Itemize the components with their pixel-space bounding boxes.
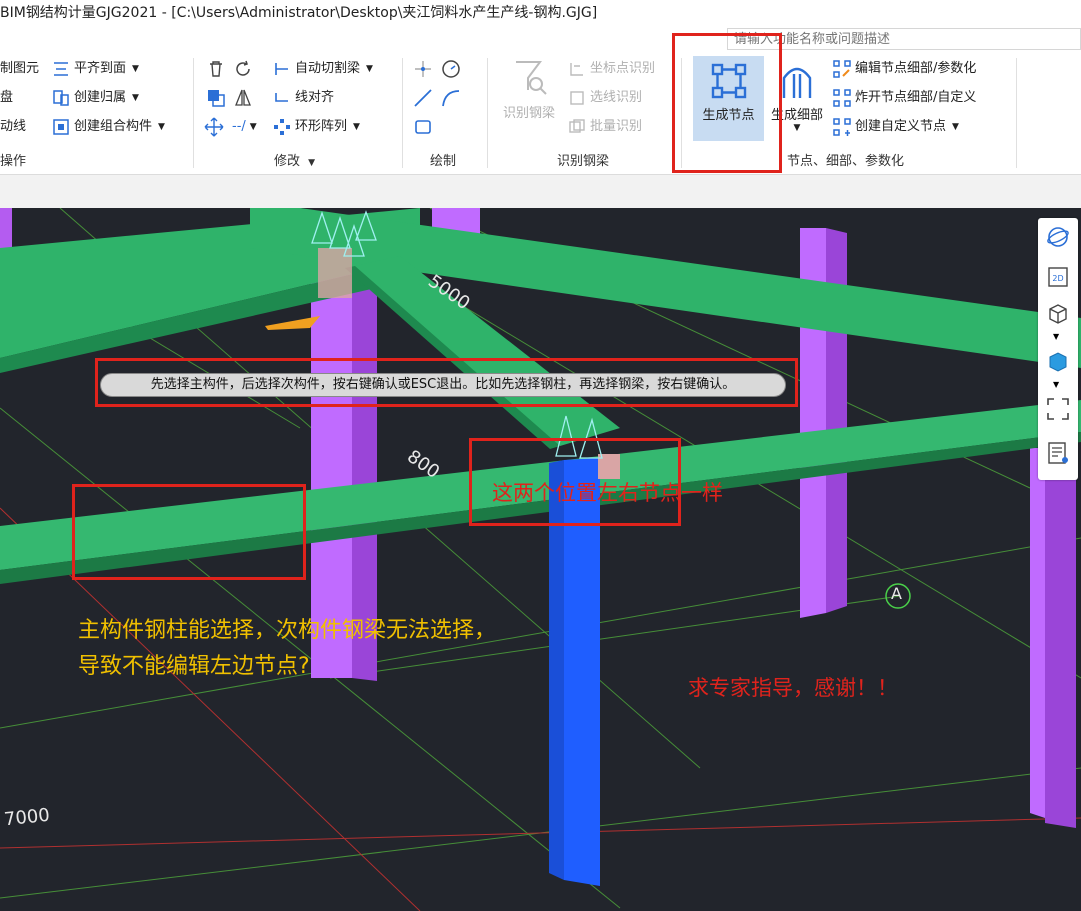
dropdown-arrow-icon: ▼ <box>308 158 316 168</box>
fit-view-icon[interactable] <box>1045 396 1071 422</box>
properties-icon[interactable] <box>1045 440 1071 466</box>
explode-node-icon <box>833 89 851 107</box>
move-icon[interactable] <box>203 116 225 138</box>
rotate-icon[interactable] <box>232 58 254 80</box>
straight-line-icon[interactable] <box>412 87 434 109</box>
window-title: BIM钢结构计量GJG2021 - [C:\Users\Administrato… <box>0 0 1081 28</box>
divider <box>1016 58 1017 168</box>
annotation-question-line1: 主构件钢柱能选择，次构件钢梁无法选择， <box>78 618 497 643</box>
divider <box>487 58 488 168</box>
dropdown-arrow-icon: ▼ <box>249 122 257 132</box>
annotation-same-nodes: 这两个位置左右节点一样 <box>492 481 723 505</box>
recognize-beam-button[interactable]: 识别钢梁 <box>496 56 562 136</box>
dropdown-arrow-icon: ▼ <box>158 122 165 132</box>
disk-button[interactable]: 盘 <box>0 87 13 109</box>
dropdown-arrow-icon: ▼ <box>366 64 373 74</box>
line-align-button[interactable]: 线对齐 <box>273 87 334 109</box>
annotation-plea: 求专家指导，感谢！！ <box>688 676 898 700</box>
create-custom-node-button[interactable]: 创建自定义节点 ▼ <box>833 116 959 138</box>
svg-text:2D: 2D <box>1052 274 1063 283</box>
explode-node-detail-button[interactable]: 炸开节点细部/自定义 <box>833 87 976 109</box>
delete-icon[interactable] <box>205 58 227 80</box>
dropdown-arrow-icon[interactable]: ▼ <box>1053 380 1059 389</box>
mirror-icon[interactable] <box>232 87 254 109</box>
generate-detail-icon <box>782 67 812 98</box>
axis-label: A <box>891 584 902 603</box>
coordinate-icon <box>570 63 583 76</box>
group-component-icon <box>53 119 69 135</box>
moving-line-button[interactable]: 动线 <box>0 116 26 138</box>
align-face-icon <box>54 62 68 76</box>
dropdown-arrow-icon[interactable]: ▼ <box>1053 332 1059 341</box>
create-owner-icon <box>53 90 69 106</box>
circle-draw-icon[interactable] <box>440 58 462 80</box>
2d-view-icon[interactable]: 2D <box>1045 264 1071 290</box>
group-label-draw: 绘制 <box>430 154 457 169</box>
3d-box-icon[interactable] <box>1045 300 1071 326</box>
extend-icon: --/ <box>232 119 246 134</box>
group-label-nodes: 节点、细部、参数化 <box>787 154 905 169</box>
edit-node-icon <box>833 60 851 78</box>
shaded-box-icon[interactable] <box>1045 348 1071 374</box>
group-label-modify[interactable]: 修改 ▼ <box>274 150 315 169</box>
highlight-left-beam <box>72 484 306 580</box>
group-label-recognize: 识别钢梁 <box>557 154 610 169</box>
line-align-icon <box>275 93 288 102</box>
circular-array-icon <box>274 119 290 135</box>
3d-viewport[interactable]: 5000 800 7000 A 先选择主构件，后选择次构件，按右键确认或ESC退… <box>0 208 1081 911</box>
circular-array-button[interactable]: 环形阵列 ▼ <box>273 116 360 138</box>
view-navigation-bar: 2D ▼ ▼ <box>1038 218 1078 480</box>
group-label-operate: 操作 <box>0 154 27 169</box>
highlight-tooltip <box>95 358 798 407</box>
dropdown-arrow-icon: ▼ <box>132 64 139 74</box>
draw-element-button[interactable]: 制图元 <box>0 58 39 80</box>
rectangle-icon[interactable] <box>412 116 434 138</box>
recognize-beam-icon <box>516 61 547 95</box>
dropdown-arrow-icon: ▼ <box>952 122 959 132</box>
batch-recognize-button[interactable]: 批量识别 <box>568 116 642 138</box>
custom-node-icon <box>833 118 851 136</box>
highlight-generate-node <box>672 33 782 173</box>
orbit-icon[interactable] <box>1045 224 1071 250</box>
edit-node-detail-button[interactable]: 编辑节点细部/参数化 <box>833 58 976 80</box>
auto-cut-beam-button[interactable]: 自动切割梁 ▼ <box>273 58 373 80</box>
align-to-face-button[interactable]: 平齐到面 ▼ <box>52 58 139 80</box>
create-group-component-button[interactable]: 创建组合构件 ▼ <box>52 116 165 138</box>
extend-button[interactable]: --/ ▼ <box>232 116 257 138</box>
batch-icon <box>569 119 585 133</box>
divider <box>402 58 403 168</box>
point-icon[interactable] <box>412 58 434 80</box>
create-owner-button[interactable]: 创建归属 ▼ <box>52 87 139 109</box>
ribbon: 制图元 盘 动线 平齐到面 ▼ 创建归属 ▼ 创建组合构件 ▼ 操作 --/ ▼… <box>0 50 1081 175</box>
auto-cut-beam-icon <box>275 63 288 75</box>
copy-icon[interactable] <box>205 87 227 109</box>
annotation-question-line2: 导致不能编辑左边节点? <box>78 654 310 679</box>
dropdown-arrow-icon: ▼ <box>353 122 360 132</box>
toolbar-strip <box>0 175 1081 209</box>
arc-icon[interactable] <box>440 87 462 109</box>
dropdown-arrow-icon: ▼ <box>132 93 139 103</box>
divider <box>193 58 194 168</box>
select-line-recognize-button[interactable]: 选线识别 <box>568 87 642 109</box>
select-line-icon <box>570 91 584 105</box>
coordinate-recognize-button[interactable]: 坐标点识别 <box>568 58 655 80</box>
